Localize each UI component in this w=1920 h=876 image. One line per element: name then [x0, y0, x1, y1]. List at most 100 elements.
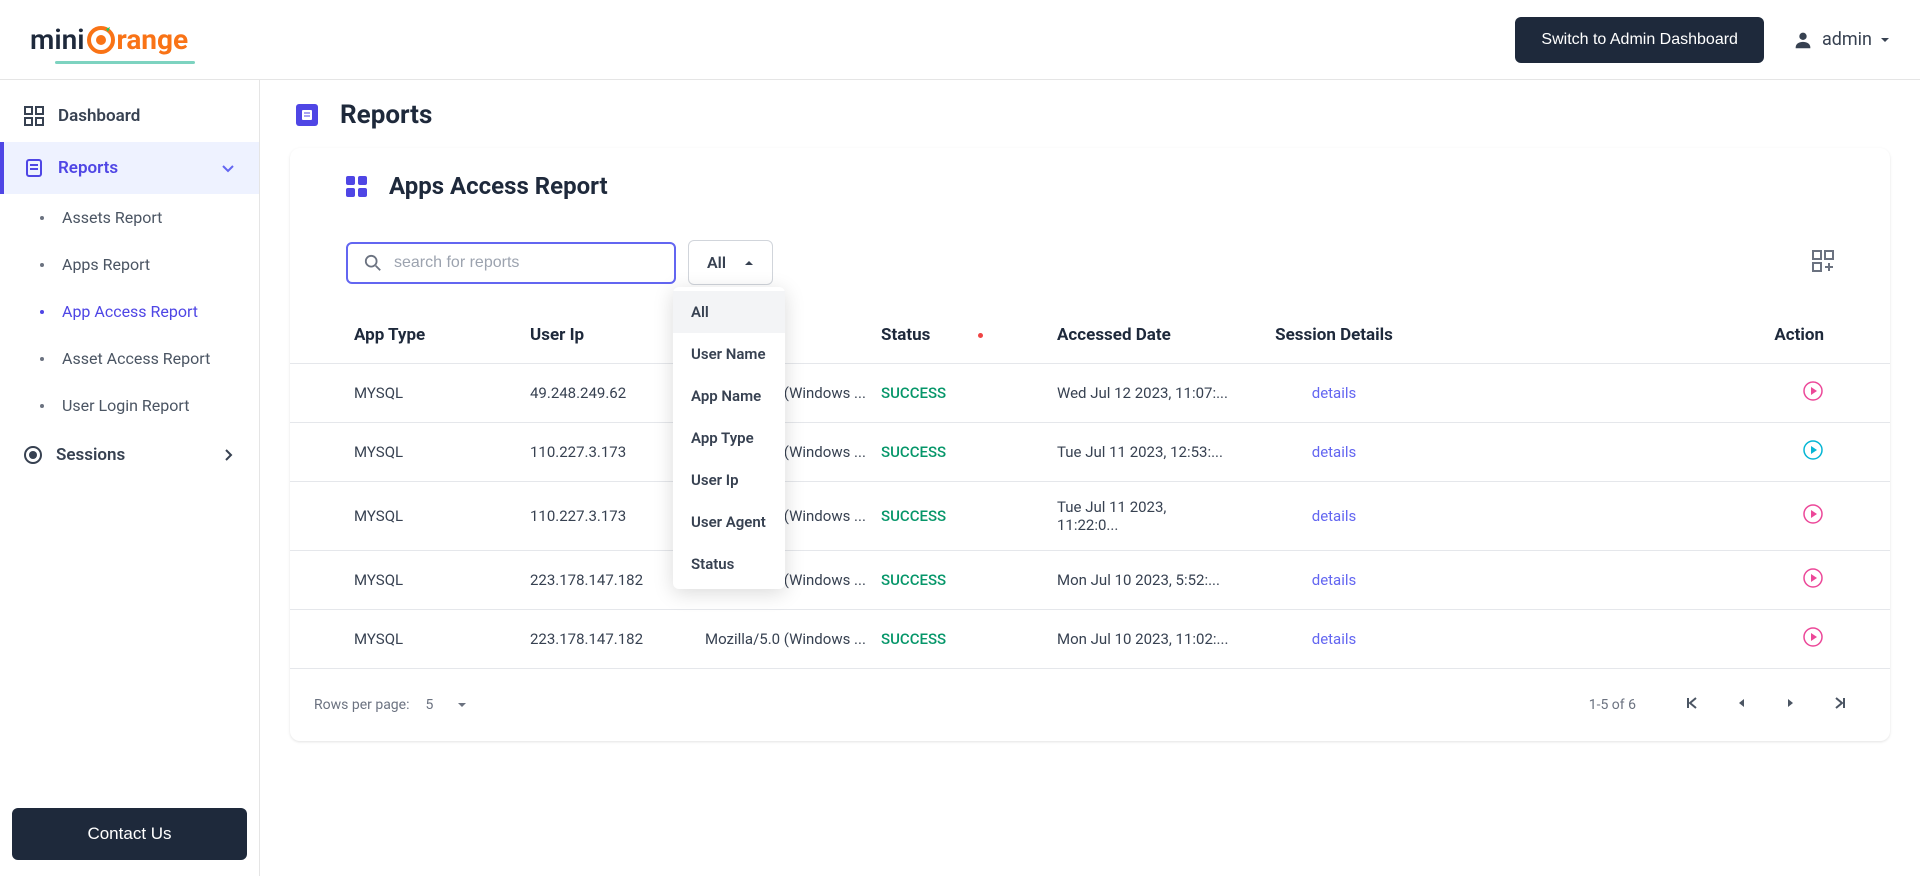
card-header: Apps Access Report: [290, 148, 1890, 224]
pagination: Rows per page: 5 1-5 of 6: [290, 669, 1890, 741]
sidebar-item-label: Dashboard: [58, 106, 140, 126]
table-row: MYSQL 223.178.147.182 Mozilla/5.0 (Windo…: [290, 610, 1890, 669]
sidebar-item-label: Reports: [58, 158, 118, 178]
card-title: Apps Access Report: [389, 172, 608, 200]
sidebar-item-assets-report[interactable]: Assets Report: [30, 194, 259, 241]
dropdown-item-user-name[interactable]: User Name: [673, 333, 785, 375]
dashboard-icon: [24, 106, 44, 126]
rows-per-page-value[interactable]: 5: [425, 697, 433, 713]
filter-label: All: [707, 253, 726, 272]
toolbar: All All User Name App Name App Type User…: [290, 224, 1890, 307]
col-session-details[interactable]: Session Details: [1239, 307, 1429, 363]
user-name: admin: [1822, 29, 1872, 50]
bullet-icon: [40, 404, 44, 408]
cell-details: details: [1239, 610, 1429, 668]
details-link[interactable]: details: [1312, 384, 1357, 402]
dropdown-menu: All User Name App Name App Type User Ip …: [673, 287, 785, 589]
cell-status: SUCCESS: [873, 482, 1049, 550]
play-action-button[interactable]: [1802, 567, 1824, 593]
cell-action: [1429, 482, 1834, 550]
logo-orange-icon: [86, 25, 116, 55]
sidebar-item-apps-report[interactable]: Apps Report: [30, 241, 259, 288]
search-input[interactable]: [394, 254, 658, 272]
col-action[interactable]: Action: [1429, 307, 1834, 363]
cell-date: Mon Jul 10 2023, 5:52:...: [1049, 551, 1239, 609]
sidebar-item-sessions[interactable]: Sessions: [0, 429, 259, 481]
play-action-button[interactable]: [1802, 380, 1824, 406]
details-link[interactable]: details: [1312, 507, 1357, 525]
page-range: 1-5 of 6: [1589, 697, 1636, 713]
cell-user-ip: 110.227.3.173: [522, 482, 697, 550]
sidebar-item-reports[interactable]: Reports: [0, 142, 259, 194]
play-action-button[interactable]: [1802, 439, 1824, 465]
logo[interactable]: mini range: [30, 23, 188, 56]
cell-date: Tue Jul 11 2023, 11:22:0...: [1049, 482, 1239, 550]
page-title-icon: [296, 104, 318, 126]
search-icon: [364, 254, 382, 272]
cell-user-agent: Mozilla/5.0 (Windows ...: [697, 610, 873, 668]
col-app-type[interactable]: App Type: [346, 307, 522, 363]
cell-status: SUCCESS: [873, 364, 1049, 422]
col-status[interactable]: Status: [873, 307, 1049, 363]
cell-details: details: [1239, 423, 1429, 481]
sidebar-item-user-login-report[interactable]: User Login Report: [30, 382, 259, 429]
cell-user-ip: 110.227.3.173: [522, 423, 697, 481]
sidebar-item-label: User Login Report: [62, 396, 189, 415]
cell-details: details: [1239, 482, 1429, 550]
last-page-button[interactable]: [1824, 687, 1856, 723]
caret-up-icon: [744, 258, 754, 268]
bullet-icon: [40, 216, 44, 220]
cell-date: Mon Jul 10 2023, 11:02:...: [1049, 610, 1239, 668]
logo-underline: [55, 61, 195, 64]
sidebar-item-asset-access-report[interactable]: Asset Access Report: [30, 335, 259, 382]
first-page-button[interactable]: [1676, 687, 1708, 723]
logo-text-range: range: [117, 23, 189, 56]
cell-action: [1429, 364, 1834, 422]
switch-dashboard-button[interactable]: Switch to Admin Dashboard: [1515, 17, 1764, 63]
sidebar-item-app-access-report[interactable]: App Access Report: [30, 288, 259, 335]
cell-status: SUCCESS: [873, 610, 1049, 668]
cell-user-ip: 49.248.249.62: [522, 364, 697, 422]
table-row: MYSQL 110.227.3.173 Mozilla/5.0 (Windows…: [290, 482, 1890, 551]
sidebar-item-dashboard[interactable]: Dashboard: [0, 90, 259, 142]
view-toggle-button[interactable]: [1812, 250, 1834, 276]
dropdown-item-app-type[interactable]: App Type: [673, 417, 785, 459]
prev-page-button[interactable]: [1728, 689, 1756, 721]
sidebar-item-label: Assets Report: [62, 208, 162, 227]
dropdown-item-app-name[interactable]: App Name: [673, 375, 785, 417]
contact-us-button[interactable]: Contact Us: [12, 808, 247, 860]
main-content: Reports Apps Access Report All: [260, 80, 1920, 876]
search-box[interactable]: [346, 242, 676, 284]
table-body: MYSQL 49.248.249.62 Mozilla/5.0 (Windows…: [290, 364, 1890, 669]
cell-action: [1429, 610, 1834, 668]
cell-status: SUCCESS: [873, 423, 1049, 481]
filter-dropdown[interactable]: All All User Name App Name App Type User…: [688, 240, 773, 285]
play-action-button[interactable]: [1802, 626, 1824, 652]
chevron-right-icon: [221, 448, 235, 462]
play-action-button[interactable]: [1802, 503, 1824, 529]
dropdown-item-all[interactable]: All: [673, 291, 785, 333]
table-row: MYSQL 110.227.3.173 Mozilla/5.0 (Windows…: [290, 423, 1890, 482]
page-title: Reports: [340, 100, 432, 130]
dropdown-item-status[interactable]: Status: [673, 543, 785, 585]
next-page-button[interactable]: [1776, 689, 1804, 721]
col-status-label: Status: [881, 325, 930, 345]
sidebar-item-label: Apps Report: [62, 255, 150, 274]
user-menu[interactable]: admin: [1792, 29, 1890, 51]
caret-down-icon[interactable]: [457, 700, 467, 710]
cell-details: details: [1239, 364, 1429, 422]
table-row: MYSQL 49.248.249.62 Mozilla/5.0 (Windows…: [290, 364, 1890, 423]
cell-action: [1429, 551, 1834, 609]
col-accessed-date[interactable]: Accessed Date: [1049, 307, 1239, 363]
col-user-ip[interactable]: User Ip: [522, 307, 697, 363]
cell-status: SUCCESS: [873, 551, 1049, 609]
chevron-down-icon: [221, 161, 235, 175]
dropdown-item-user-ip[interactable]: User Ip: [673, 459, 785, 501]
details-link[interactable]: details: [1312, 443, 1357, 461]
dropdown-item-user-agent[interactable]: User Agent: [673, 501, 785, 543]
page-title-row: Reports: [290, 100, 1890, 130]
details-link[interactable]: details: [1312, 571, 1357, 589]
cell-user-ip: 223.178.147.182: [522, 551, 697, 609]
details-link[interactable]: details: [1312, 630, 1357, 648]
cell-app-type: MYSQL: [346, 610, 522, 668]
